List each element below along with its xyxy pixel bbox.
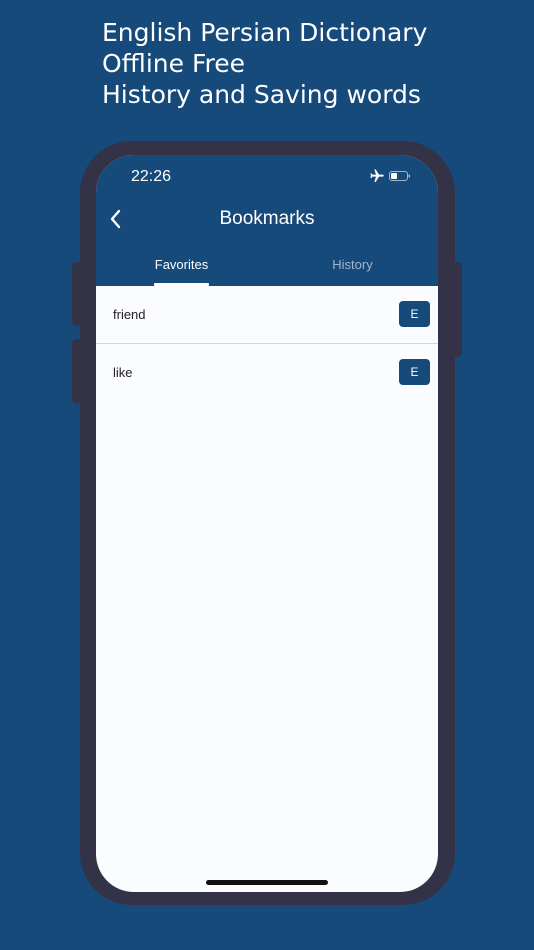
promo-line-2: Offline Free [102,49,246,78]
battery-icon [389,171,410,181]
app-bar: 22:26 Bookmarks Favorites History [96,155,438,286]
promo-text: English Persian Dictionary Offline Free … [102,17,427,110]
language-button[interactable]: E [399,359,430,385]
page-title: Bookmarks [219,208,315,229]
phone-frame: 22:26 Bookmarks Favorites History friend… [80,141,455,905]
airplane-icon [370,169,384,182]
promo-line-3: History and Saving words [102,80,421,109]
tab-favorites[interactable]: Favorites [96,257,267,272]
list-item[interactable]: like E [96,344,438,401]
status-time: 22:26 [131,168,172,185]
phone-screen: 22:26 Bookmarks Favorites History friend… [96,155,438,892]
home-indicator [206,880,328,885]
tab-history[interactable]: History [267,257,438,272]
promo-line-1: English Persian Dictionary [102,18,428,47]
word-label: like [113,365,133,380]
word-label: friend [113,307,146,322]
list-item[interactable]: friend E [96,286,438,344]
language-button[interactable]: E [399,301,430,327]
